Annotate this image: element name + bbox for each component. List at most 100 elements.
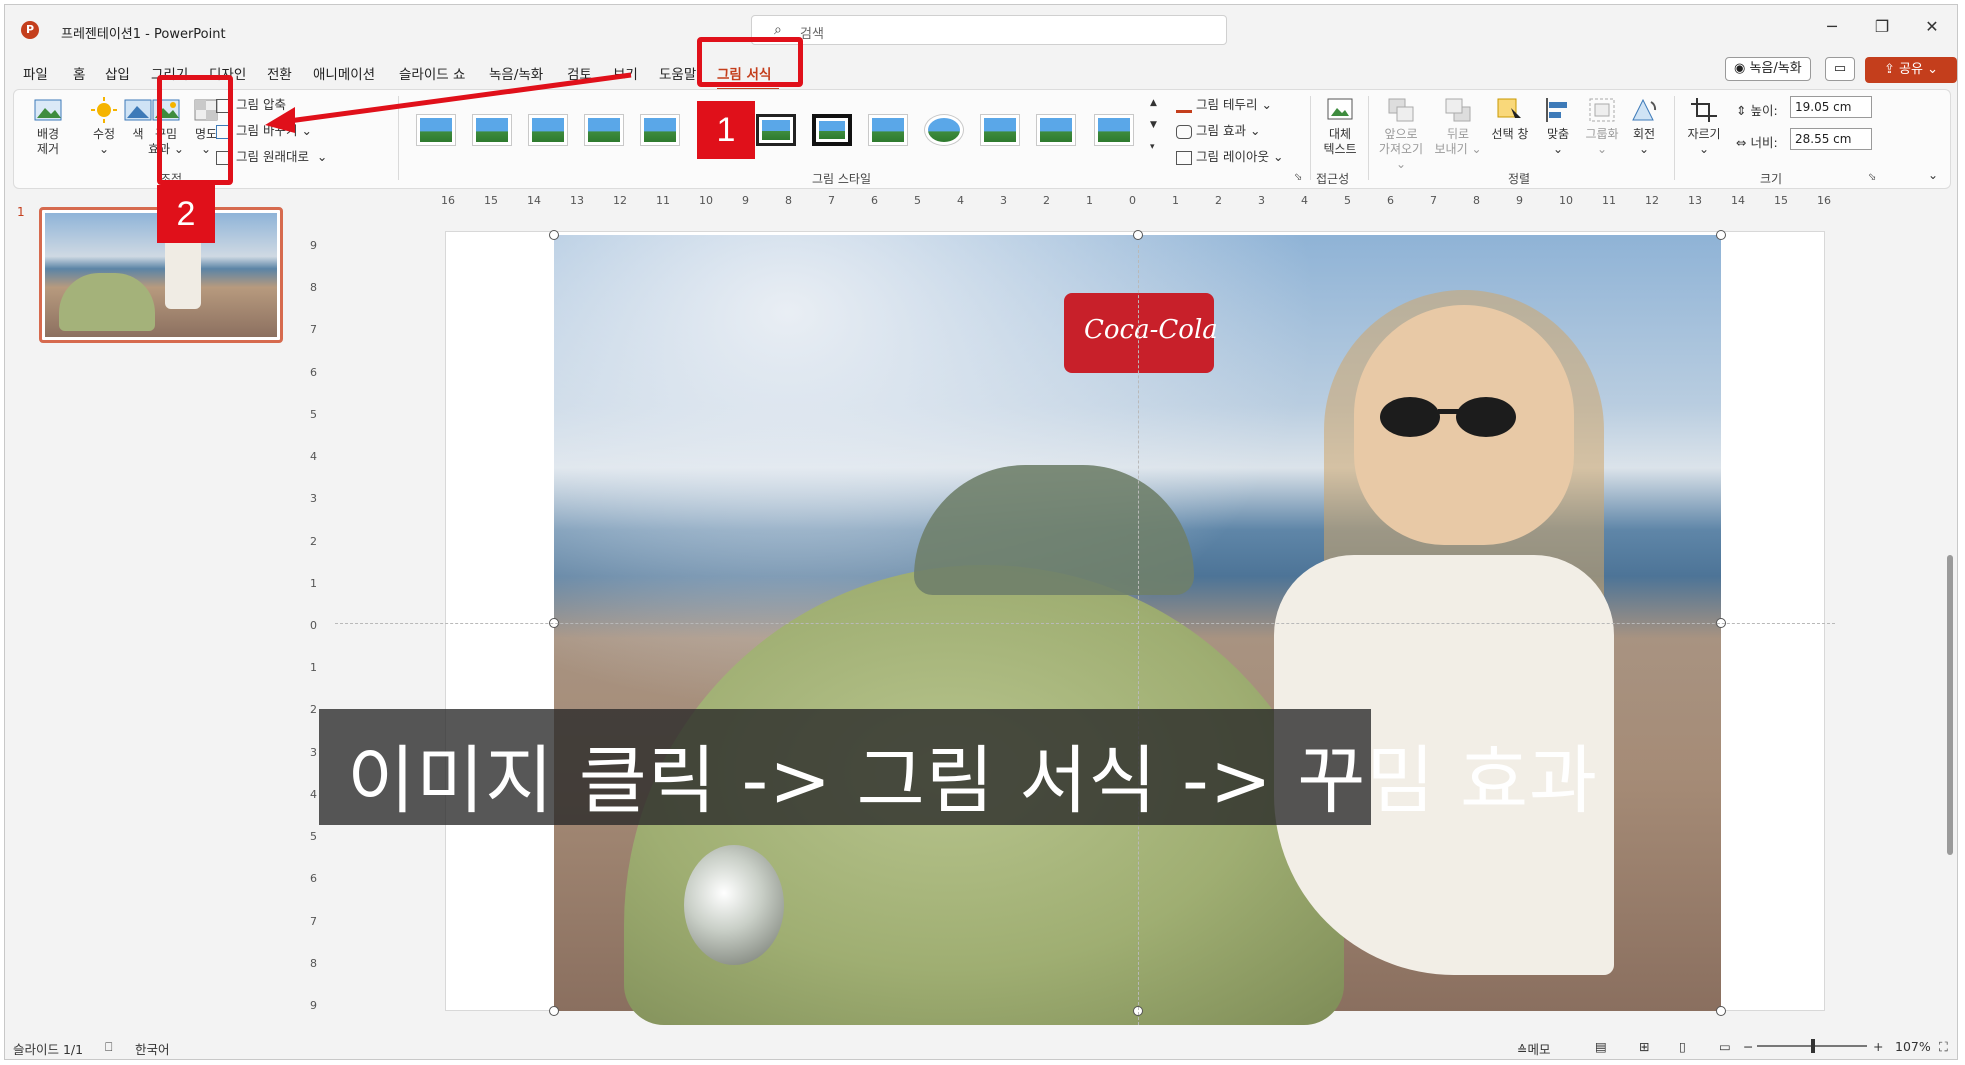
remove-background-button[interactable]: 배경 제거 <box>22 96 74 157</box>
accessibility-check-icon[interactable]: ⎕ <box>105 1039 113 1055</box>
gallery-more-icon[interactable]: ▾ <box>1150 142 1155 152</box>
resize-handle[interactable] <box>1716 1006 1726 1016</box>
ruler-tick-label: 5 <box>310 830 317 844</box>
crop-label: 자르기 <box>1687 127 1721 141</box>
picture-style-5[interactable] <box>640 114 680 146</box>
scrollbar-thumb[interactable] <box>1947 555 1953 855</box>
fit-to-window-icon[interactable]: ⛶ <box>1939 1039 1948 1055</box>
tab-file[interactable]: 파일 <box>23 63 48 83</box>
ruler-tick-label: 6 <box>871 194 878 207</box>
width-field[interactable]: 28.55 cm <box>1790 128 1872 150</box>
restore-icon[interactable]: ❐ <box>1867 17 1897 36</box>
ruler-tick-label: 7 <box>310 914 317 928</box>
search-input[interactable]: ⌕ 검색 <box>751 15 1227 45</box>
tab-insert[interactable]: 삽입 <box>105 63 130 83</box>
comments-icon[interactable]: ▭ <box>1825 57 1855 81</box>
highlight-picture-format-tab <box>697 37 803 87</box>
bring-forward-button[interactable]: 앞으로 가져오기 ⌄ <box>1372 96 1430 172</box>
zoom-slider-thumb[interactable] <box>1811 1039 1815 1053</box>
selection-pane-icon <box>1497 98 1521 123</box>
picture-effects-button[interactable]: 그림 효과 ⌄ <box>1176 120 1260 139</box>
border-icon <box>1176 99 1192 113</box>
picture-style-12[interactable] <box>1094 114 1134 146</box>
ruler-tick-label: 5 <box>310 407 317 421</box>
record-button[interactable]: ◉ 녹음/녹화 <box>1725 57 1811 81</box>
width-label: 너비: <box>1750 135 1778 150</box>
picture-style-9[interactable] <box>924 114 964 146</box>
accessibility-group-label: 접근성 <box>1316 172 1350 186</box>
gallery-scroll-down-icon[interactable]: ▼ <box>1150 120 1157 130</box>
resize-handle[interactable] <box>1133 230 1143 240</box>
picture-border-label: 그림 테두리 <box>1196 97 1258 112</box>
caption-overlay: 이미지 클릭 -> 그림 서식 -> 꾸밈 효과 <box>319 709 1597 825</box>
size-dialog-launcher-icon[interactable]: ⬂ <box>1868 172 1876 183</box>
picture-style-6[interactable] <box>756 114 796 146</box>
styles-dialog-launcher-icon[interactable]: ⬂ <box>1294 172 1302 183</box>
zoom-in-icon[interactable]: + <box>1873 1039 1883 1054</box>
resize-handle[interactable] <box>549 230 559 240</box>
cooler-logo: Coca-Cola <box>1084 315 1218 345</box>
vertical-scrollbar[interactable] <box>1945 195 1957 1015</box>
resize-handle[interactable] <box>1716 230 1726 240</box>
selection-pane-button[interactable]: 선택 창 <box>1484 96 1536 142</box>
search-placeholder: 검색 <box>800 27 824 42</box>
picture-border-button[interactable]: 그림 테두리 ⌄ <box>1176 94 1272 113</box>
crop-button[interactable]: 자르기 ⌄ <box>1678 96 1730 157</box>
send-backward-line1: 뒤로 <box>1446 127 1470 141</box>
group-divider <box>1368 96 1369 180</box>
gallery-scroll-up-icon[interactable]: ▲ <box>1150 98 1157 108</box>
alt-text-button[interactable]: 대체 텍스트 <box>1314 96 1366 157</box>
slide-thumbnail-panel: 1 <box>5 193 301 1029</box>
picture-effects-label: 그림 효과 <box>1196 123 1246 138</box>
collapse-ribbon-icon[interactable]: ⌄ <box>1928 168 1938 182</box>
sunglasses-icon <box>1380 397 1516 437</box>
normal-view-icon[interactable]: ▤ <box>1595 1039 1607 1054</box>
tab-help[interactable]: 도움말 <box>659 63 696 83</box>
picture-style-10[interactable] <box>980 114 1020 146</box>
notes-button[interactable]: ≙메모 <box>1517 1039 1551 1058</box>
zoom-out-icon[interactable]: − <box>1743 1039 1753 1054</box>
alt-text-icon <box>1327 98 1353 120</box>
share-button[interactable]: ⇪ 공유 ⌄ <box>1865 57 1957 83</box>
picture-style-8[interactable] <box>868 114 908 146</box>
zoom-level[interactable]: 107% <box>1895 1039 1931 1054</box>
rotate-button[interactable]: 회전 ⌄ <box>1618 96 1670 157</box>
picture-styles-group-label: 그림 스타일 <box>812 172 872 186</box>
ruler-tick-label: 2 <box>310 703 317 717</box>
ruler-tick-label: 1 <box>310 576 317 590</box>
ruler-tick-label: 0 <box>310 619 317 632</box>
remove-background-icon <box>34 99 62 121</box>
bring-forward-line2: 가져오기 <box>1378 142 1424 156</box>
ruler-tick-label: 4 <box>310 787 317 801</box>
align-label: 맞춤 <box>1546 127 1570 141</box>
ruler-tick-label: 12 <box>1645 194 1659 207</box>
slide-number: 1 <box>17 205 25 219</box>
reading-view-icon[interactable]: ▯ <box>1679 1039 1686 1054</box>
ruler-tick-label: 0 <box>1129 194 1136 207</box>
picture-style-7[interactable] <box>812 114 852 146</box>
language-indicator[interactable]: 한국어 <box>135 1039 170 1058</box>
picture-layout-button[interactable]: 그림 레이아웃 ⌄ <box>1176 146 1283 165</box>
ruler-tick-label: 8 <box>1473 194 1480 207</box>
height-icon: ⇕ <box>1736 103 1747 118</box>
slideshow-icon[interactable]: ▭ <box>1719 1039 1731 1054</box>
slide-sorter-icon[interactable]: ⊞ <box>1639 1039 1649 1054</box>
crop-icon <box>1691 98 1717 122</box>
send-backward-button[interactable]: 뒤로 보내기 ⌄ <box>1432 96 1484 157</box>
tab-home[interactable]: 홈 <box>73 63 85 83</box>
height-field[interactable]: 19.05 cm <box>1790 96 1872 118</box>
ruler-tick-label: 2 <box>310 534 317 548</box>
slide-canvas[interactable]: Coca-Cola <box>445 230 1825 1025</box>
resize-handle[interactable] <box>549 1006 559 1016</box>
highlight-artistic-effects <box>157 75 233 185</box>
close-icon[interactable]: ✕ <box>1917 17 1947 36</box>
car-window <box>914 465 1194 595</box>
bring-forward-icon <box>1388 98 1414 122</box>
ruler-tick-label: 3 <box>310 492 317 506</box>
picture-style-11[interactable] <box>1036 114 1076 146</box>
minimize-icon[interactable]: ─ <box>1817 17 1847 36</box>
ruler-tick-label: 9 <box>310 999 317 1012</box>
ruler-tick-label: 2 <box>1043 194 1050 207</box>
car-headlight <box>684 845 784 965</box>
ruler-tick-label: 9 <box>1516 194 1523 207</box>
